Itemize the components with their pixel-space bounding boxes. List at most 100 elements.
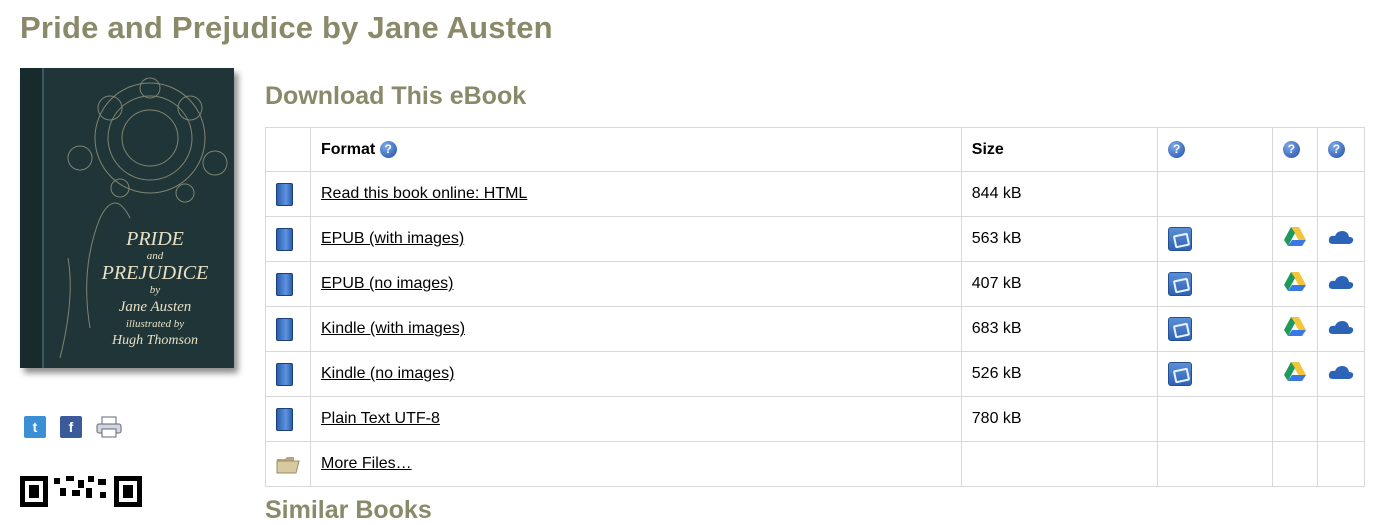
onedrive-help-icon[interactable]: ? bbox=[1327, 140, 1345, 158]
format-help-icon[interactable]: ? bbox=[379, 140, 397, 158]
table-row: More Files… bbox=[265, 441, 1366, 487]
download-heading: Download This eBook bbox=[265, 82, 527, 110]
cover-line-illustrated: illustrated by bbox=[125, 318, 185, 330]
row-size-cell: 780 kB bbox=[960, 396, 1159, 442]
book-icon bbox=[276, 362, 293, 386]
row-size-cell bbox=[960, 441, 1159, 487]
row-format-cell: More Files… bbox=[310, 441, 962, 487]
row-format-cell: Read this book online: HTML bbox=[310, 171, 962, 217]
google-drive-icon[interactable] bbox=[1283, 271, 1307, 292]
book-icon bbox=[276, 407, 293, 431]
row-size-cell: 683 kB bbox=[960, 306, 1159, 352]
row-size-cell: 526 kB bbox=[960, 351, 1159, 397]
google-drive-icon[interactable] bbox=[1283, 226, 1307, 247]
share-icons: t f bbox=[24, 416, 122, 443]
row-dropbox-cell bbox=[1157, 306, 1273, 352]
row-format-cell: EPUB (no images) bbox=[310, 261, 962, 307]
table-row: EPUB (no images) 407 kB bbox=[265, 261, 1366, 307]
book-icon bbox=[276, 272, 293, 296]
book-icon bbox=[276, 227, 293, 251]
cover-line-by: by bbox=[149, 284, 161, 296]
format-link[interactable]: Plain Text UTF-8 bbox=[321, 410, 440, 427]
onedrive-icon[interactable] bbox=[1328, 319, 1354, 335]
row-icon-cell bbox=[265, 396, 311, 442]
printer-svg bbox=[96, 416, 122, 438]
row-icon-cell bbox=[265, 171, 311, 217]
facebook-glyph: f bbox=[68, 419, 74, 435]
book-icon bbox=[276, 317, 293, 341]
cover-line-prejudice: PREJUDICE bbox=[101, 262, 209, 284]
table-row: Read this book online: HTML 844 kB bbox=[265, 171, 1366, 217]
format-link[interactable]: More Files… bbox=[321, 455, 412, 472]
row-icon-cell bbox=[265, 261, 311, 307]
row-dropbox-cell bbox=[1157, 261, 1273, 307]
book-cover-image: PRIDE and PREJUDICE by Jane Austen illus… bbox=[20, 68, 234, 368]
row-icon-cell bbox=[265, 216, 311, 262]
row-dropbox-cell bbox=[1157, 396, 1273, 442]
cover-line-illustrator: Hugh Thomson bbox=[112, 333, 198, 348]
row-onedrive-cell bbox=[1316, 396, 1366, 442]
table-header-row: Format ? Size ? ? ? bbox=[265, 127, 1366, 172]
google-drive-icon[interactable] bbox=[1283, 316, 1307, 337]
row-icon-cell bbox=[265, 306, 311, 352]
dropbox-icon[interactable] bbox=[1168, 317, 1193, 341]
format-label: Format bbox=[321, 140, 376, 158]
book-icon bbox=[276, 182, 293, 206]
row-format-cell: Plain Text UTF-8 bbox=[310, 396, 962, 442]
row-format-cell: Kindle (no images) bbox=[310, 351, 962, 397]
row-gdrive-cell bbox=[1271, 171, 1318, 217]
similar-books-heading: Similar Books bbox=[265, 496, 432, 524]
row-dropbox-cell bbox=[1157, 216, 1273, 262]
folder-icon bbox=[276, 456, 300, 473]
row-gdrive-cell bbox=[1271, 261, 1318, 307]
header-size: Size bbox=[960, 127, 1159, 172]
table-row: EPUB (with images) 563 kB bbox=[265, 216, 1366, 262]
row-gdrive-cell bbox=[1271, 306, 1318, 352]
onedrive-icon[interactable] bbox=[1328, 274, 1354, 290]
gdrive-help-icon[interactable]: ? bbox=[1282, 140, 1300, 158]
dropbox-icon[interactable] bbox=[1168, 227, 1193, 251]
row-gdrive-cell bbox=[1271, 351, 1318, 397]
onedrive-icon[interactable] bbox=[1328, 229, 1354, 245]
qr-code-icon bbox=[20, 476, 142, 507]
onedrive-icon[interactable] bbox=[1328, 364, 1354, 380]
download-table: Format ? Size ? ? ? Read this book onlin… bbox=[265, 127, 1366, 487]
twitter-glyph: t bbox=[32, 419, 38, 435]
row-onedrive-cell bbox=[1316, 261, 1366, 307]
google-drive-icon[interactable] bbox=[1283, 361, 1307, 382]
cover-line-author: Jane Austen bbox=[118, 299, 192, 315]
row-format-cell: EPUB (with images) bbox=[310, 216, 962, 262]
format-link[interactable]: EPUB (with images) bbox=[321, 230, 464, 247]
row-dropbox-cell bbox=[1157, 351, 1273, 397]
row-dropbox-cell bbox=[1157, 171, 1273, 217]
table-row: Kindle (with images) 683 kB bbox=[265, 306, 1366, 352]
row-onedrive-cell bbox=[1316, 441, 1366, 487]
page-title: Pride and Prejudice by Jane Austen bbox=[20, 10, 553, 45]
header-onedrive: ? bbox=[1316, 127, 1366, 172]
table-row: Kindle (no images) 526 kB bbox=[265, 351, 1366, 397]
format-link[interactable]: Kindle (no images) bbox=[321, 365, 454, 382]
row-onedrive-cell bbox=[1316, 216, 1366, 262]
row-size-cell: 563 kB bbox=[960, 216, 1159, 262]
table-row: Plain Text UTF-8 780 kB bbox=[265, 396, 1366, 442]
row-format-cell: Kindle (with images) bbox=[310, 306, 962, 352]
twitter-icon[interactable]: t bbox=[24, 416, 46, 438]
format-link[interactable]: Kindle (with images) bbox=[321, 320, 465, 337]
row-gdrive-cell bbox=[1271, 216, 1318, 262]
header-format: Format ? bbox=[310, 127, 962, 172]
print-icon[interactable] bbox=[96, 416, 122, 443]
cover-title-text: PRIDE and PREJUDICE by Jane Austen illus… bbox=[80, 228, 230, 352]
header-dropbox: ? bbox=[1157, 127, 1273, 172]
dropbox-help-icon[interactable]: ? bbox=[1168, 140, 1186, 158]
format-link[interactable]: EPUB (no images) bbox=[321, 275, 454, 292]
format-link[interactable]: Read this book online: HTML bbox=[321, 185, 527, 202]
dropbox-icon[interactable] bbox=[1168, 272, 1193, 296]
dropbox-icon[interactable] bbox=[1168, 362, 1193, 386]
row-gdrive-cell bbox=[1271, 396, 1318, 442]
row-size-cell: 407 kB bbox=[960, 261, 1159, 307]
facebook-icon[interactable]: f bbox=[60, 416, 82, 438]
header-icon-cell bbox=[265, 127, 311, 172]
row-size-cell: 844 kB bbox=[960, 171, 1159, 217]
row-icon-cell bbox=[265, 351, 311, 397]
cover-line-pride: PRIDE bbox=[126, 228, 184, 250]
